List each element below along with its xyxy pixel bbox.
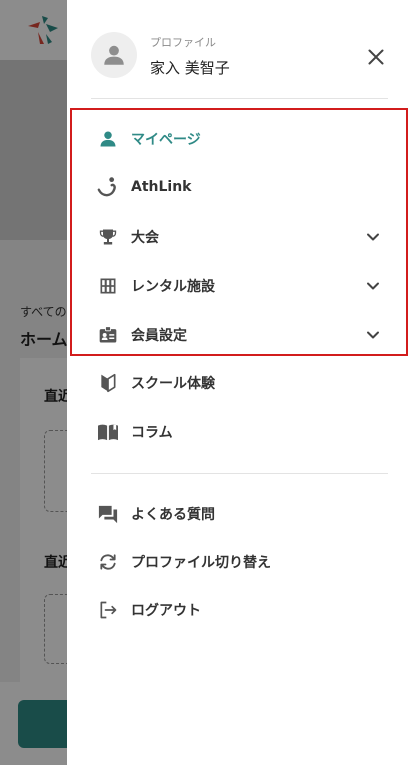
profile-header[interactable]: プロファイル 家入 美智子: [91, 32, 391, 82]
divider: [91, 98, 388, 99]
close-button[interactable]: [365, 46, 387, 68]
menu-item-switch-profile[interactable]: プロファイル切り替え: [97, 546, 382, 578]
menu-item-label: ログアウト: [131, 603, 201, 619]
beginner-mark-icon: [97, 372, 119, 394]
menu-item-label: コラム: [131, 425, 173, 441]
chevron-down-icon: [364, 326, 382, 344]
menu-item-label: よくある質問: [131, 507, 215, 523]
menu-item-faq[interactable]: よくある質問: [97, 498, 382, 530]
menu-item-tournament[interactable]: 大会: [97, 221, 382, 253]
switch-icon: [97, 551, 119, 573]
menu-item-label: マイページ: [131, 132, 201, 148]
close-icon: [368, 49, 384, 65]
menu-item-label: レンタル施設: [131, 279, 215, 295]
navigation-drawer: プロファイル 家入 美智子 マイページ AthLink 大会 レンタル施設 会員…: [67, 0, 412, 765]
menu-item-label: プロファイル切り替え: [131, 555, 271, 571]
facility-icon: [97, 275, 119, 297]
menu-item-rental-facility[interactable]: レンタル施設: [97, 270, 382, 302]
menu-item-athlink[interactable]: AthLink: [97, 171, 382, 203]
avatar: [91, 32, 137, 78]
menu-item-label: スクール体験: [131, 376, 215, 392]
member-card-icon: [97, 324, 119, 346]
menu-item-label: 大会: [131, 230, 159, 246]
menu-item-member-settings[interactable]: 会員設定: [97, 319, 382, 351]
menu-item-school-trial[interactable]: スクール体験: [97, 367, 382, 399]
menu-item-column[interactable]: コラム: [97, 416, 382, 448]
chevron-down-icon: [364, 228, 382, 246]
chat-icon: [97, 503, 119, 525]
book-icon: [97, 421, 119, 443]
menu-item-mypage[interactable]: マイページ: [97, 123, 382, 155]
profile-name: 家入 美智子: [150, 59, 230, 77]
menu-item-label: 会員設定: [131, 328, 187, 344]
person-icon: [97, 128, 119, 150]
divider: [91, 473, 388, 474]
person-icon: [104, 45, 124, 65]
menu-item-logout[interactable]: ログアウト: [97, 594, 382, 626]
trophy-icon: [97, 226, 119, 248]
profile-role-label: プロファイル: [150, 36, 216, 49]
chevron-down-icon: [364, 277, 382, 295]
logout-icon: [97, 599, 119, 621]
menu-item-label: AthLink: [131, 179, 192, 195]
athlink-logo-icon: [97, 176, 119, 198]
